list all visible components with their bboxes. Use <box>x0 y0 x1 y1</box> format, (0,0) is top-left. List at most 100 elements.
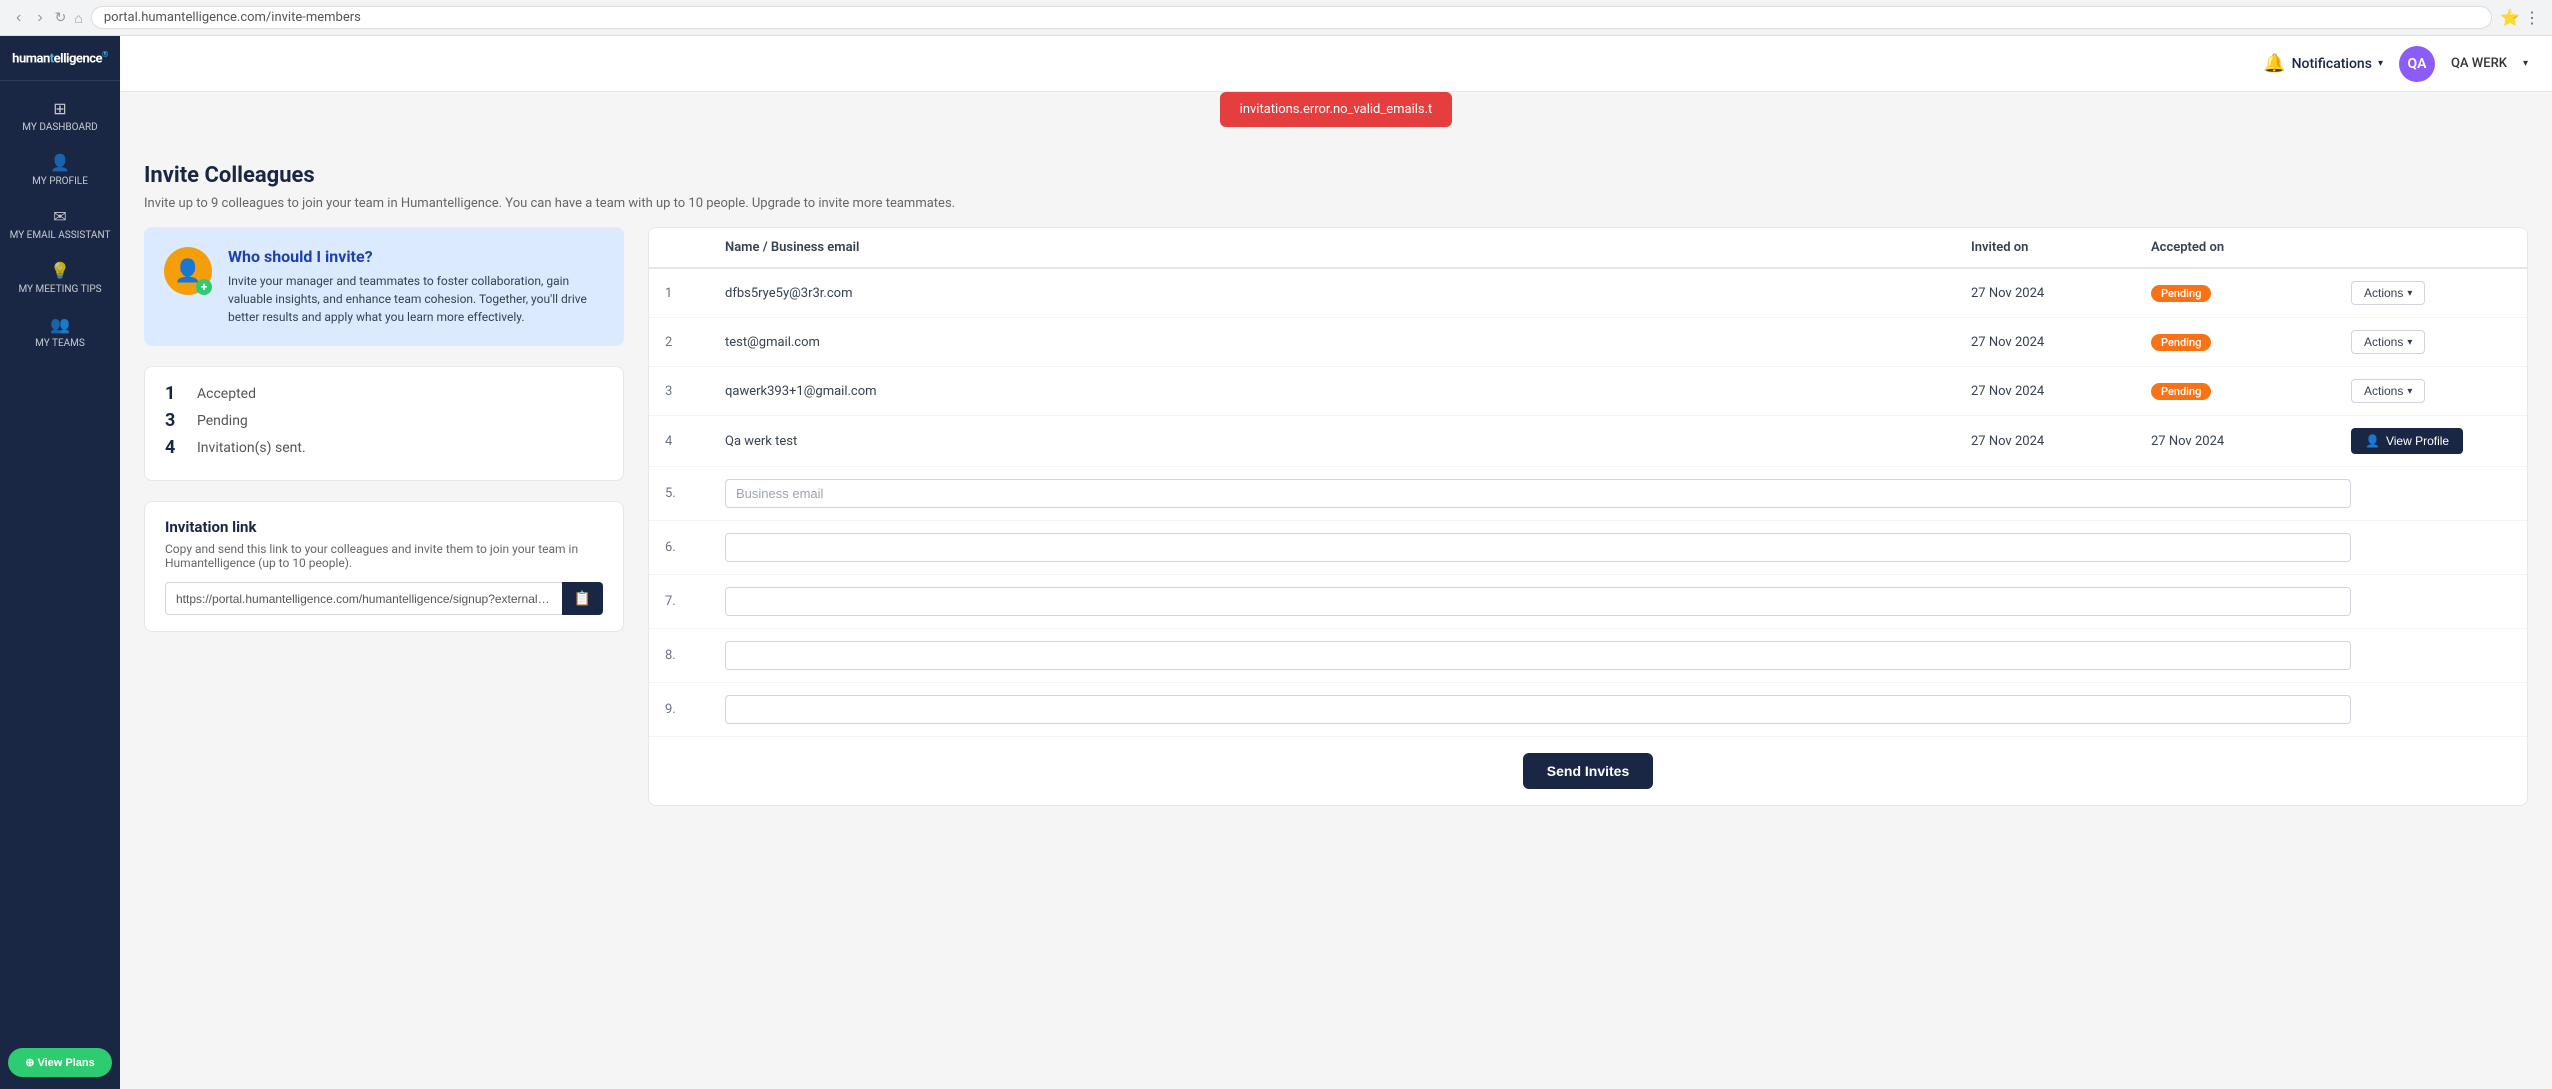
stat-pending-label: Pending <box>197 413 248 429</box>
table-row: 9. <box>649 683 2527 737</box>
app-container: humantelligence® ⊞ MY DASHBOARD 👤 MY PRO… <box>0 36 2552 1089</box>
row-num: 1 <box>665 286 725 301</box>
status-badge: Pending <box>2151 383 2211 400</box>
row-action: 👤 View Profile <box>2351 428 2511 454</box>
logo-text: humantelligence® <box>12 50 108 66</box>
row-num: 5. <box>665 486 725 501</box>
view-profile-button[interactable]: 👤 View Profile <box>2351 428 2463 454</box>
info-card: 👤 + Who should I invite? Invite your man… <box>144 227 624 346</box>
sidebar-item-label: MY PROFILE <box>32 176 88 187</box>
row-num: 7. <box>665 594 725 609</box>
refresh-button[interactable]: ↻ <box>55 9 67 26</box>
url-text: portal.humantelligence.com/invite-member… <box>104 10 361 25</box>
forward-button[interactable]: › <box>33 9 46 27</box>
row-invited: 27 Nov 2024 <box>1971 384 2151 399</box>
col-accepted: Accepted on <box>2151 240 2351 255</box>
stat-pending: 3 Pending <box>165 410 603 431</box>
sidebar-item-label: MY EMAIL ASSISTANT <box>10 230 111 241</box>
stat-pending-num: 3 <box>165 410 185 431</box>
browser-actions: ⭐ ⋮ <box>2500 8 2540 27</box>
row-email: Qa werk test <box>725 434 1971 449</box>
notifications-button[interactable]: 🔔 Notifications ▾ <box>2263 53 2383 74</box>
row-accepted: Pending <box>2151 383 2351 400</box>
row-invited: 27 Nov 2024 <box>1971 335 2151 350</box>
main-content: 🔔 Notifications ▾ QA QA WERK ▾ invitatio… <box>120 36 2552 1089</box>
row-invited: 27 Nov 2024 <box>1971 434 2151 449</box>
table-row: 4 Qa werk test 27 Nov 2024 27 Nov 2024 👤… <box>649 416 2527 467</box>
logo: humantelligence® <box>0 36 120 81</box>
email-icon: ✉ <box>53 207 66 226</box>
email-input-6[interactable] <box>725 533 2351 562</box>
row-accepted: Pending <box>2151 285 2351 302</box>
row-accepted: Pending <box>2151 334 2351 351</box>
row-email-input <box>725 641 2351 670</box>
row-email-input <box>725 533 2351 562</box>
home-button[interactable]: ⌂ <box>74 10 82 26</box>
table-row: 6. <box>649 521 2527 575</box>
row-action: Actions ▾ <box>2351 281 2511 305</box>
row-num: 2 <box>665 335 725 350</box>
dashboard-icon: ⊞ <box>53 99 66 118</box>
page-title: Invite Colleagues <box>120 143 2552 188</box>
stat-sent: 4 Invitation(s) sent. <box>165 437 603 458</box>
row-email-input <box>725 587 2351 616</box>
person-icon: 👤 <box>2365 434 2380 448</box>
info-card-content: Who should I invite? Invite your manager… <box>228 247 604 326</box>
info-card-title: Who should I invite? <box>228 247 604 266</box>
sidebar-nav: ⊞ MY DASHBOARD 👤 MY PROFILE ✉ MY EMAIL A… <box>0 89 120 1036</box>
send-invites-button[interactable]: Send Invites <box>1523 753 1653 789</box>
avatar[interactable]: QA <box>2399 46 2435 82</box>
email-input-8[interactable] <box>725 641 2351 670</box>
status-badge: Pending <box>2151 334 2211 351</box>
invite-link-title: Invitation link <box>165 518 603 536</box>
view-plans-button[interactable]: ⊕ View Plans <box>8 1048 112 1077</box>
actions-chevron-icon: ▾ <box>2407 288 2412 299</box>
stat-accepted-num: 1 <box>165 383 185 404</box>
left-column: 👤 + Who should I invite? Invite your man… <box>144 227 624 806</box>
row-email: qawerk393+1@gmail.com <box>725 384 1971 399</box>
table-row: 5. <box>649 467 2527 521</box>
user-name[interactable]: QA WERK <box>2451 56 2507 71</box>
row-action: Actions ▾ <box>2351 379 2511 403</box>
user-chevron-icon: ▾ <box>2523 58 2528 69</box>
error-banner: invitations.error.no_valid_emails.t <box>1220 92 1453 127</box>
invitation-link-section: Invitation link Copy and send this link … <box>144 501 624 632</box>
actions-button[interactable]: Actions ▾ <box>2351 330 2425 354</box>
row-invited: 27 Nov 2024 <box>1971 286 2151 301</box>
error-container: invitations.error.no_valid_emails.t <box>120 92 2552 143</box>
plus-icon: + <box>196 279 212 295</box>
row-num: 3 <box>665 384 725 399</box>
sidebar-item-dashboard[interactable]: ⊞ MY DASHBOARD <box>0 89 120 143</box>
row-email: test@gmail.com <box>725 335 1971 350</box>
stats-box: 1 Accepted 3 Pending 4 Invitation(s) sen… <box>144 366 624 481</box>
sidebar-item-profile[interactable]: 👤 MY PROFILE <box>0 143 120 197</box>
sidebar-item-label: MY DASHBOARD <box>22 122 97 133</box>
row-num: 4 <box>665 434 725 449</box>
table-row: 2 test@gmail.com 27 Nov 2024 Pending Act… <box>649 318 2527 367</box>
col-num <box>665 240 725 255</box>
copy-link-button[interactable]: 📋 <box>562 582 603 615</box>
actions-chevron-icon: ▾ <box>2407 386 2412 397</box>
sidebar-item-meeting[interactable]: 💡 MY MEETING TIPS <box>0 251 120 305</box>
browser-chrome: ‹ › ↻ ⌂ portal.humantelligence.com/invit… <box>0 0 2552 36</box>
email-input-9[interactable] <box>725 695 2351 724</box>
notifications-label: Notifications <box>2292 56 2372 72</box>
invite-link-input-row: 📋 <box>165 582 603 615</box>
info-card-text: Invite your manager and teammates to fos… <box>228 272 604 326</box>
actions-button[interactable]: Actions ▾ <box>2351 281 2425 305</box>
actions-chevron-icon: ▾ <box>2407 337 2412 348</box>
sidebar-item-teams[interactable]: 👥 MY TEAMS <box>0 305 120 359</box>
actions-button[interactable]: Actions ▾ <box>2351 379 2425 403</box>
invite-link-input[interactable] <box>165 582 562 615</box>
meeting-icon: 💡 <box>50 261 70 280</box>
sidebar-item-email[interactable]: ✉ MY EMAIL ASSISTANT <box>0 197 120 251</box>
invites-table: Name / Business email Invited on Accepte… <box>648 227 2528 806</box>
row-num: 9. <box>665 702 725 717</box>
invite-link-desc: Copy and send this link to your colleagu… <box>165 542 603 570</box>
address-bar[interactable]: portal.humantelligence.com/invite-member… <box>91 6 2492 29</box>
email-input-7[interactable] <box>725 587 2351 616</box>
table-header: Name / Business email Invited on Accepte… <box>649 228 2527 269</box>
back-button[interactable]: ‹ <box>12 9 25 27</box>
info-icon: 👤 + <box>164 247 212 295</box>
email-input-5[interactable] <box>725 479 2351 508</box>
